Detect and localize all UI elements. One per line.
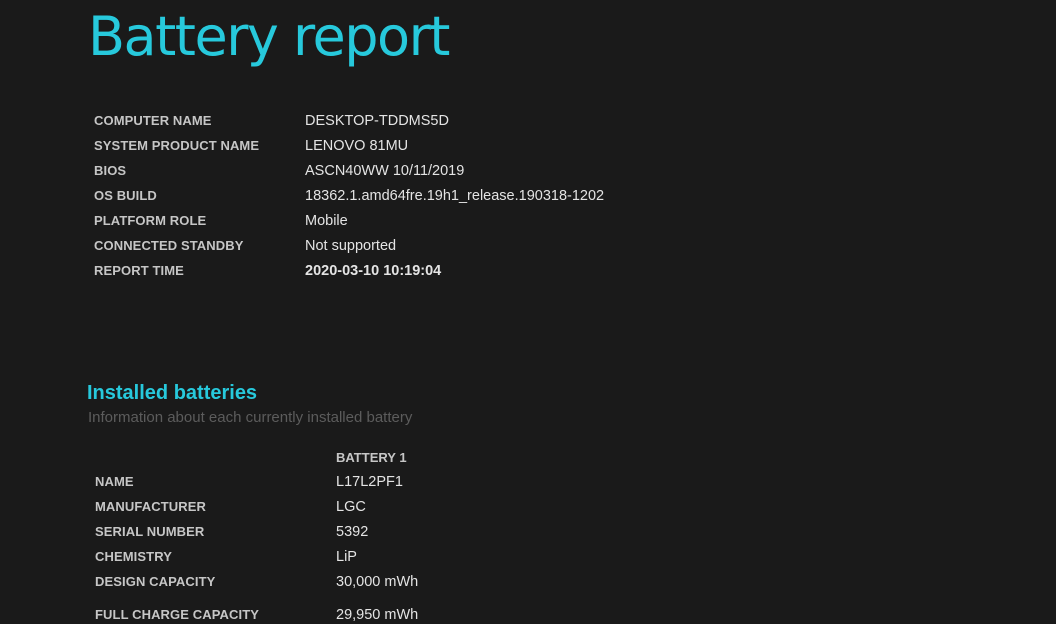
installed-batteries-table: BATTERY 1 NAME L17L2PF1 MANUFACTURER LGC… <box>95 445 418 624</box>
battery-value: LGC <box>336 498 366 515</box>
info-label: OS BUILD <box>94 188 157 203</box>
info-row-connected-standby: CONNECTED STANDBY Not supported <box>94 233 604 258</box>
battery-row-manufacturer: MANUFACTURER LGC <box>95 494 418 519</box>
battery-value: L17L2PF1 <box>336 473 403 490</box>
info-row-platform-role: PLATFORM ROLE Mobile <box>94 208 604 233</box>
info-value: ASCN40WW 10/11/2019 <box>305 162 465 179</box>
battery-report-page: Battery report COMPUTER NAME DESKTOP-TDD… <box>0 0 1056 624</box>
battery-label: FULL CHARGE CAPACITY <box>95 607 260 622</box>
info-value: 2020-03-10 10:19:04 <box>305 262 442 279</box>
battery-value: 29,950 mWh <box>336 606 419 623</box>
info-row-report-time: REPORT TIME 2020-03-10 10:19:04 <box>94 258 604 283</box>
battery-label: CHEMISTRY <box>95 549 172 564</box>
info-row-computer-name: COMPUTER NAME DESKTOP-TDDMS5D <box>94 108 604 133</box>
info-label: BIOS <box>94 163 127 178</box>
battery-value: 30,000 mWh <box>336 573 419 590</box>
section-subtitle: Information about each currently install… <box>88 409 413 426</box>
info-row-os-build: OS BUILD 18362.1.amd64fre.19h1_release.1… <box>94 183 604 208</box>
battery-label: NAME <box>95 474 134 489</box>
battery-row-full-charge-capacity: FULL CHARGE CAPACITY 29,950 mWh <box>95 602 418 624</box>
info-label: COMPUTER NAME <box>94 113 212 128</box>
info-label: REPORT TIME <box>94 263 184 278</box>
info-value: Not supported <box>305 237 397 254</box>
page-title: Battery report <box>88 5 450 68</box>
info-value: Mobile <box>305 212 348 229</box>
battery-row-serial-number: SERIAL NUMBER 5392 <box>95 519 418 544</box>
info-label: CONNECTED STANDBY <box>94 238 244 253</box>
info-row-bios: BIOS ASCN40WW 10/11/2019 <box>94 158 604 183</box>
info-value: LENOVO 81MU <box>305 137 409 154</box>
battery-label: DESIGN CAPACITY <box>95 574 216 589</box>
system-info-table: COMPUTER NAME DESKTOP-TDDMS5D SYSTEM PRO… <box>94 108 604 283</box>
table-header-row: BATTERY 1 <box>95 445 418 469</box>
battery-row-design-capacity: DESIGN CAPACITY 30,000 mWh <box>95 569 418 594</box>
info-row-system-product-name: SYSTEM PRODUCT NAME LENOVO 81MU <box>94 133 604 158</box>
battery-row-chemistry: CHEMISTRY LiP <box>95 544 418 569</box>
info-value: DESKTOP-TDDMS5D <box>305 112 449 129</box>
info-label: PLATFORM ROLE <box>94 213 207 228</box>
battery-value: LiP <box>336 548 357 565</box>
battery-label: SERIAL NUMBER <box>95 524 205 539</box>
battery-label: MANUFACTURER <box>95 499 206 514</box>
column-header-battery-1: BATTERY 1 <box>336 449 407 465</box>
info-value: 18362.1.amd64fre.19h1_release.190318-120… <box>305 187 605 204</box>
section-title-installed-batteries: Installed batteries <box>87 382 258 404</box>
info-label: SYSTEM PRODUCT NAME <box>94 138 260 153</box>
battery-row-name: NAME L17L2PF1 <box>95 469 418 494</box>
battery-value: 5392 <box>336 523 369 540</box>
